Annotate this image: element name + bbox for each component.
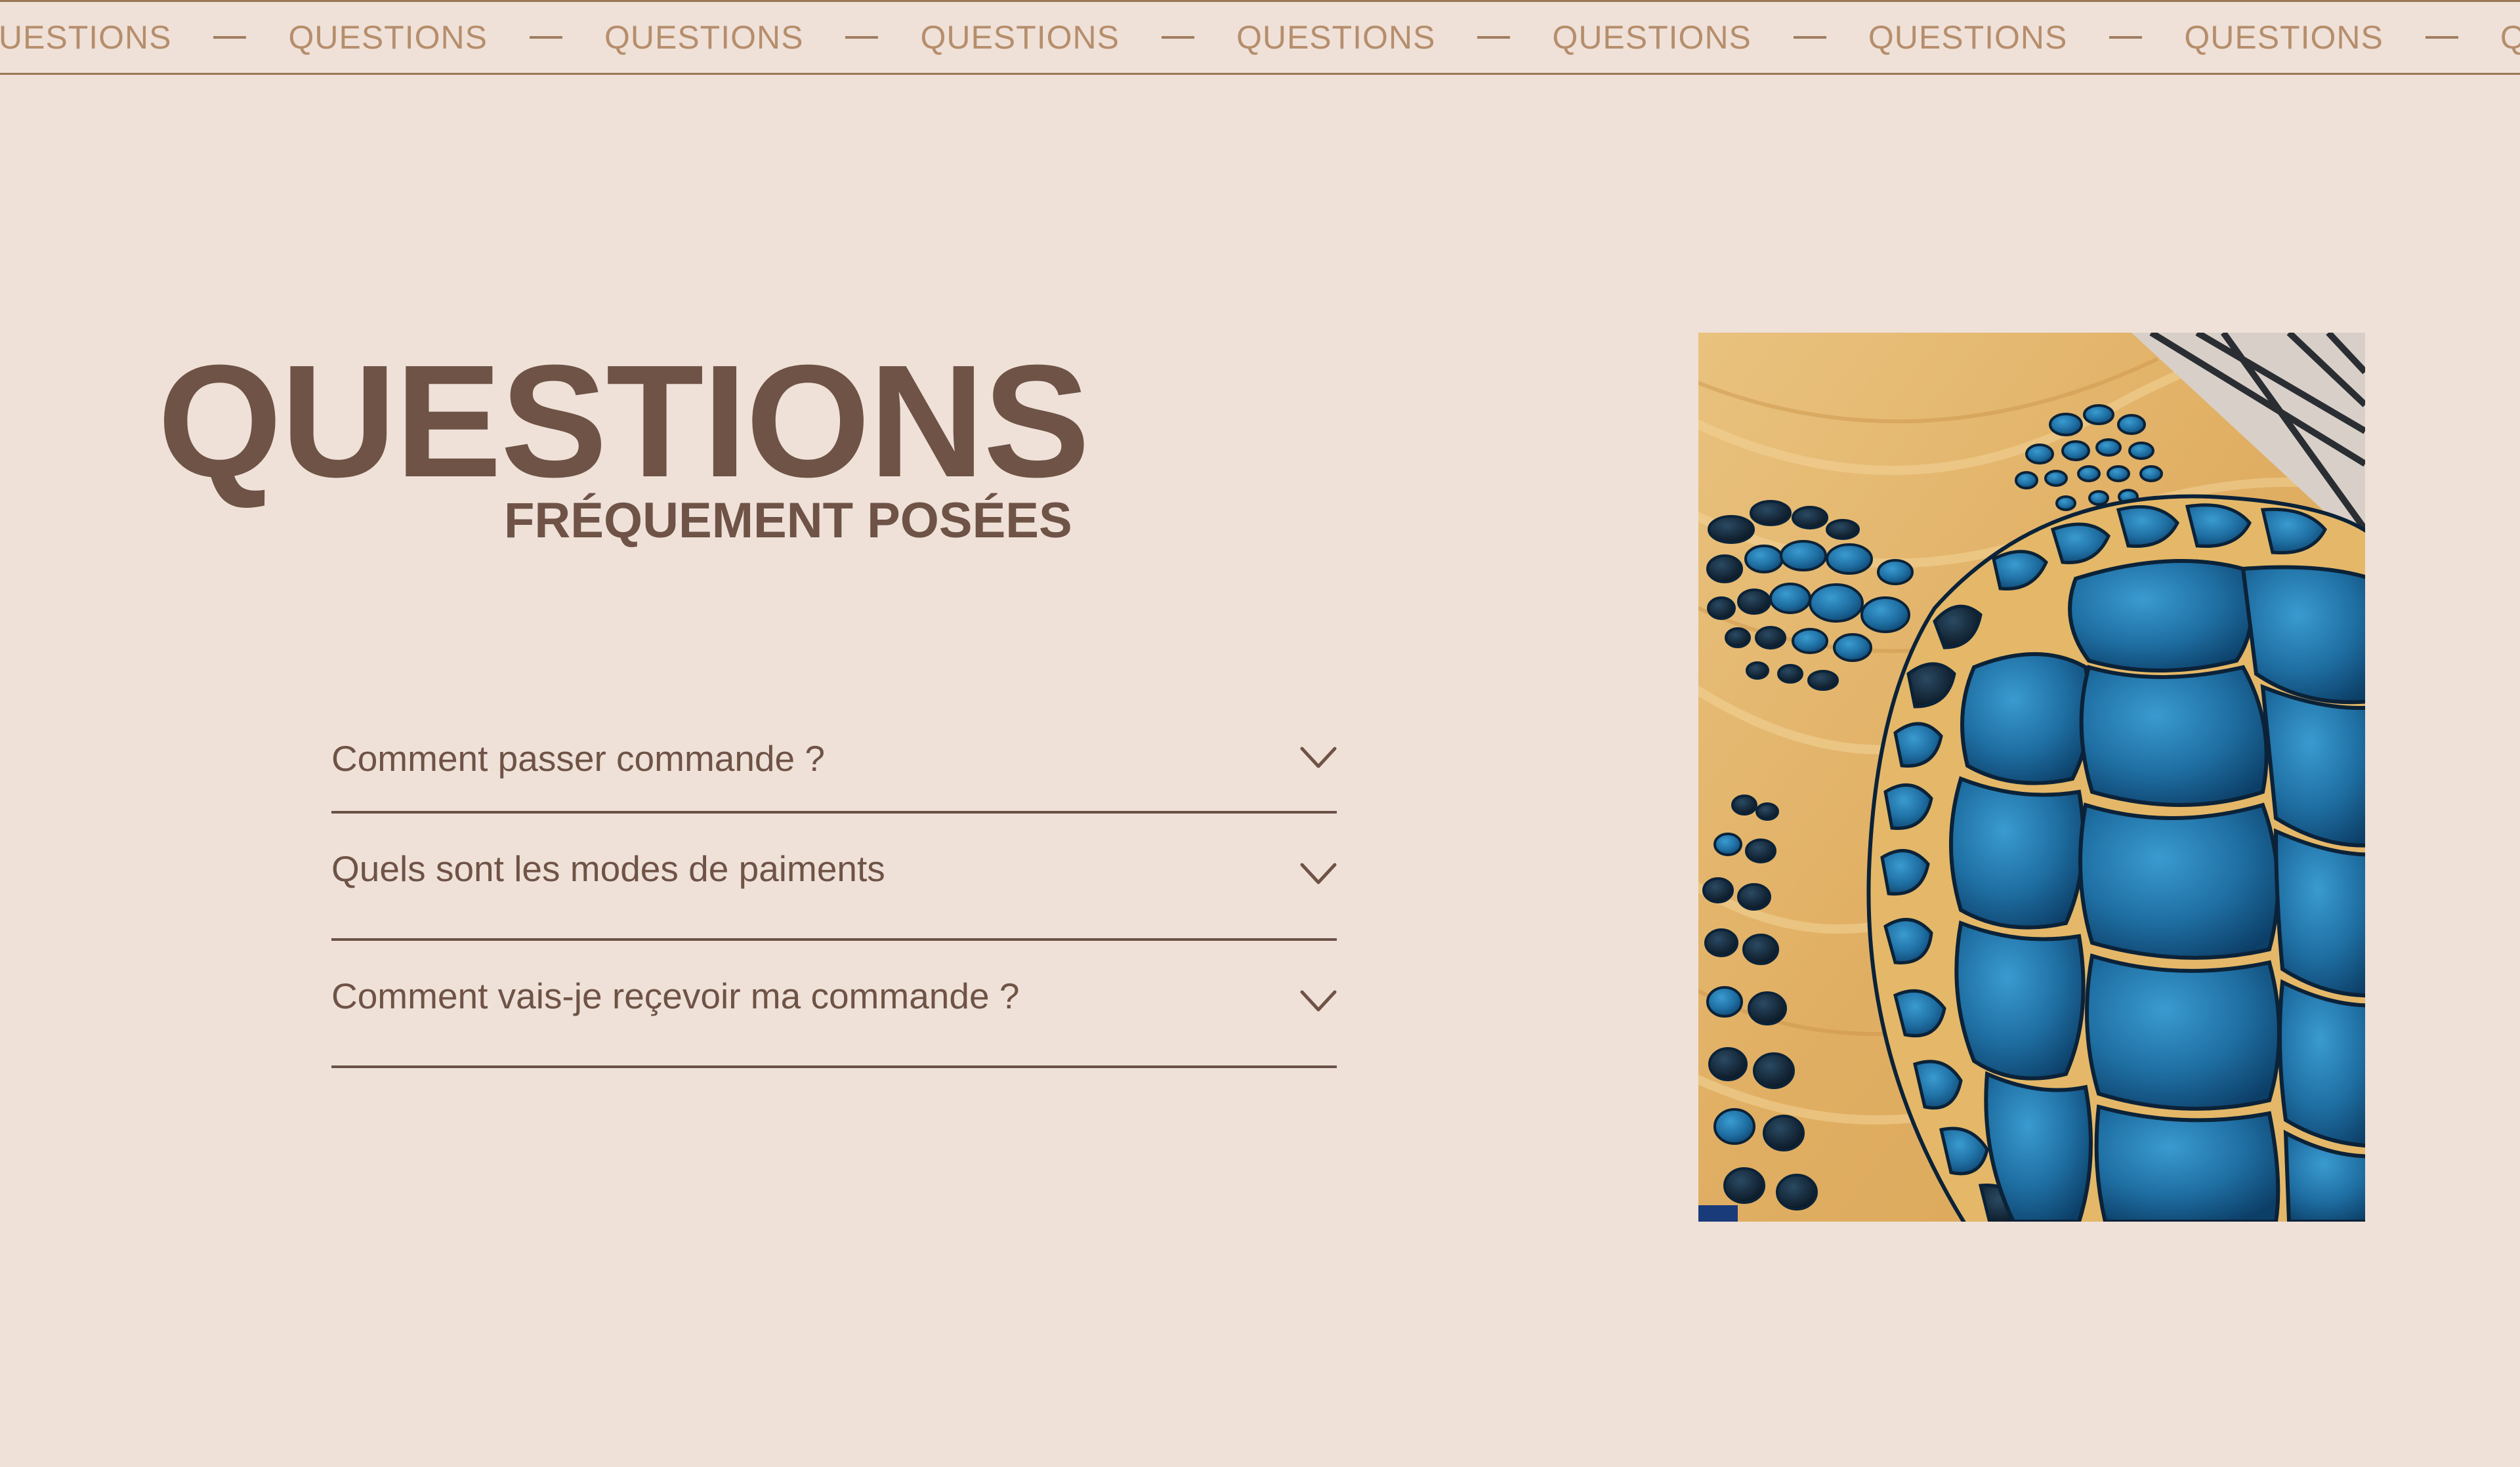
marquee-word: QUESTIONS: [1552, 19, 1752, 56]
marquee-word: QUESTIONS: [0, 19, 172, 56]
faq-question: Quels sont les modes de paiments: [331, 848, 885, 889]
faq-question: Comment passer commande ?: [331, 738, 825, 779]
marquee-separator: [213, 36, 247, 39]
page-subtitle: FRÉQUEMENT POSÉES: [504, 493, 1072, 548]
chevron-down-icon[interactable]: [1300, 863, 1337, 885]
turtle-illustration: [1698, 333, 2365, 1222]
page-title: QUESTIONS: [158, 331, 1090, 510]
marquee-word: QUESTIONS: [920, 19, 1120, 56]
faq-question: Comment vais-je reçevoir ma commande ?: [331, 976, 1020, 1016]
marquee-separator: [1161, 36, 1194, 39]
faq-divider: [331, 1065, 1337, 1068]
marquee-word: QUESTIONS: [1868, 19, 2068, 56]
marquee-separator: [1477, 36, 1511, 39]
chevron-down-icon[interactable]: [1300, 747, 1337, 769]
faq-item-order[interactable]: Comment passer commande ?: [331, 728, 1337, 814]
faq-item-delivery[interactable]: Comment vais-je reçevoir ma commande ?: [331, 942, 1337, 1071]
marquee-track: QUESTIONS QUESTIONS QUESTIONS QUESTIONS …: [0, 2, 2520, 73]
marquee-word: QUESTIONS: [1236, 19, 1436, 56]
marquee-separator: [1793, 36, 1826, 39]
chevron-down-icon[interactable]: [1300, 990, 1337, 1012]
marquee-word: QUESTIONS: [288, 19, 488, 56]
marquee-separator: [2425, 36, 2458, 39]
faq-item-payment[interactable]: Quels sont les modes de paiments: [331, 814, 1337, 942]
faq-divider: [331, 938, 1337, 941]
marquee-separator: [529, 36, 562, 39]
marquee-word: QUESTIONS: [604, 19, 804, 56]
marquee-separator: [2109, 36, 2143, 39]
marquee-band: QUESTIONS QUESTIONS QUESTIONS QUESTIONS …: [0, 0, 2520, 75]
marquee-word: QUESTIONS: [2500, 21, 2520, 54]
turtle-artwork-image: [1698, 333, 2365, 1222]
marquee-separator: [845, 36, 879, 39]
marquee-word: QUESTIONS: [2184, 19, 2384, 56]
